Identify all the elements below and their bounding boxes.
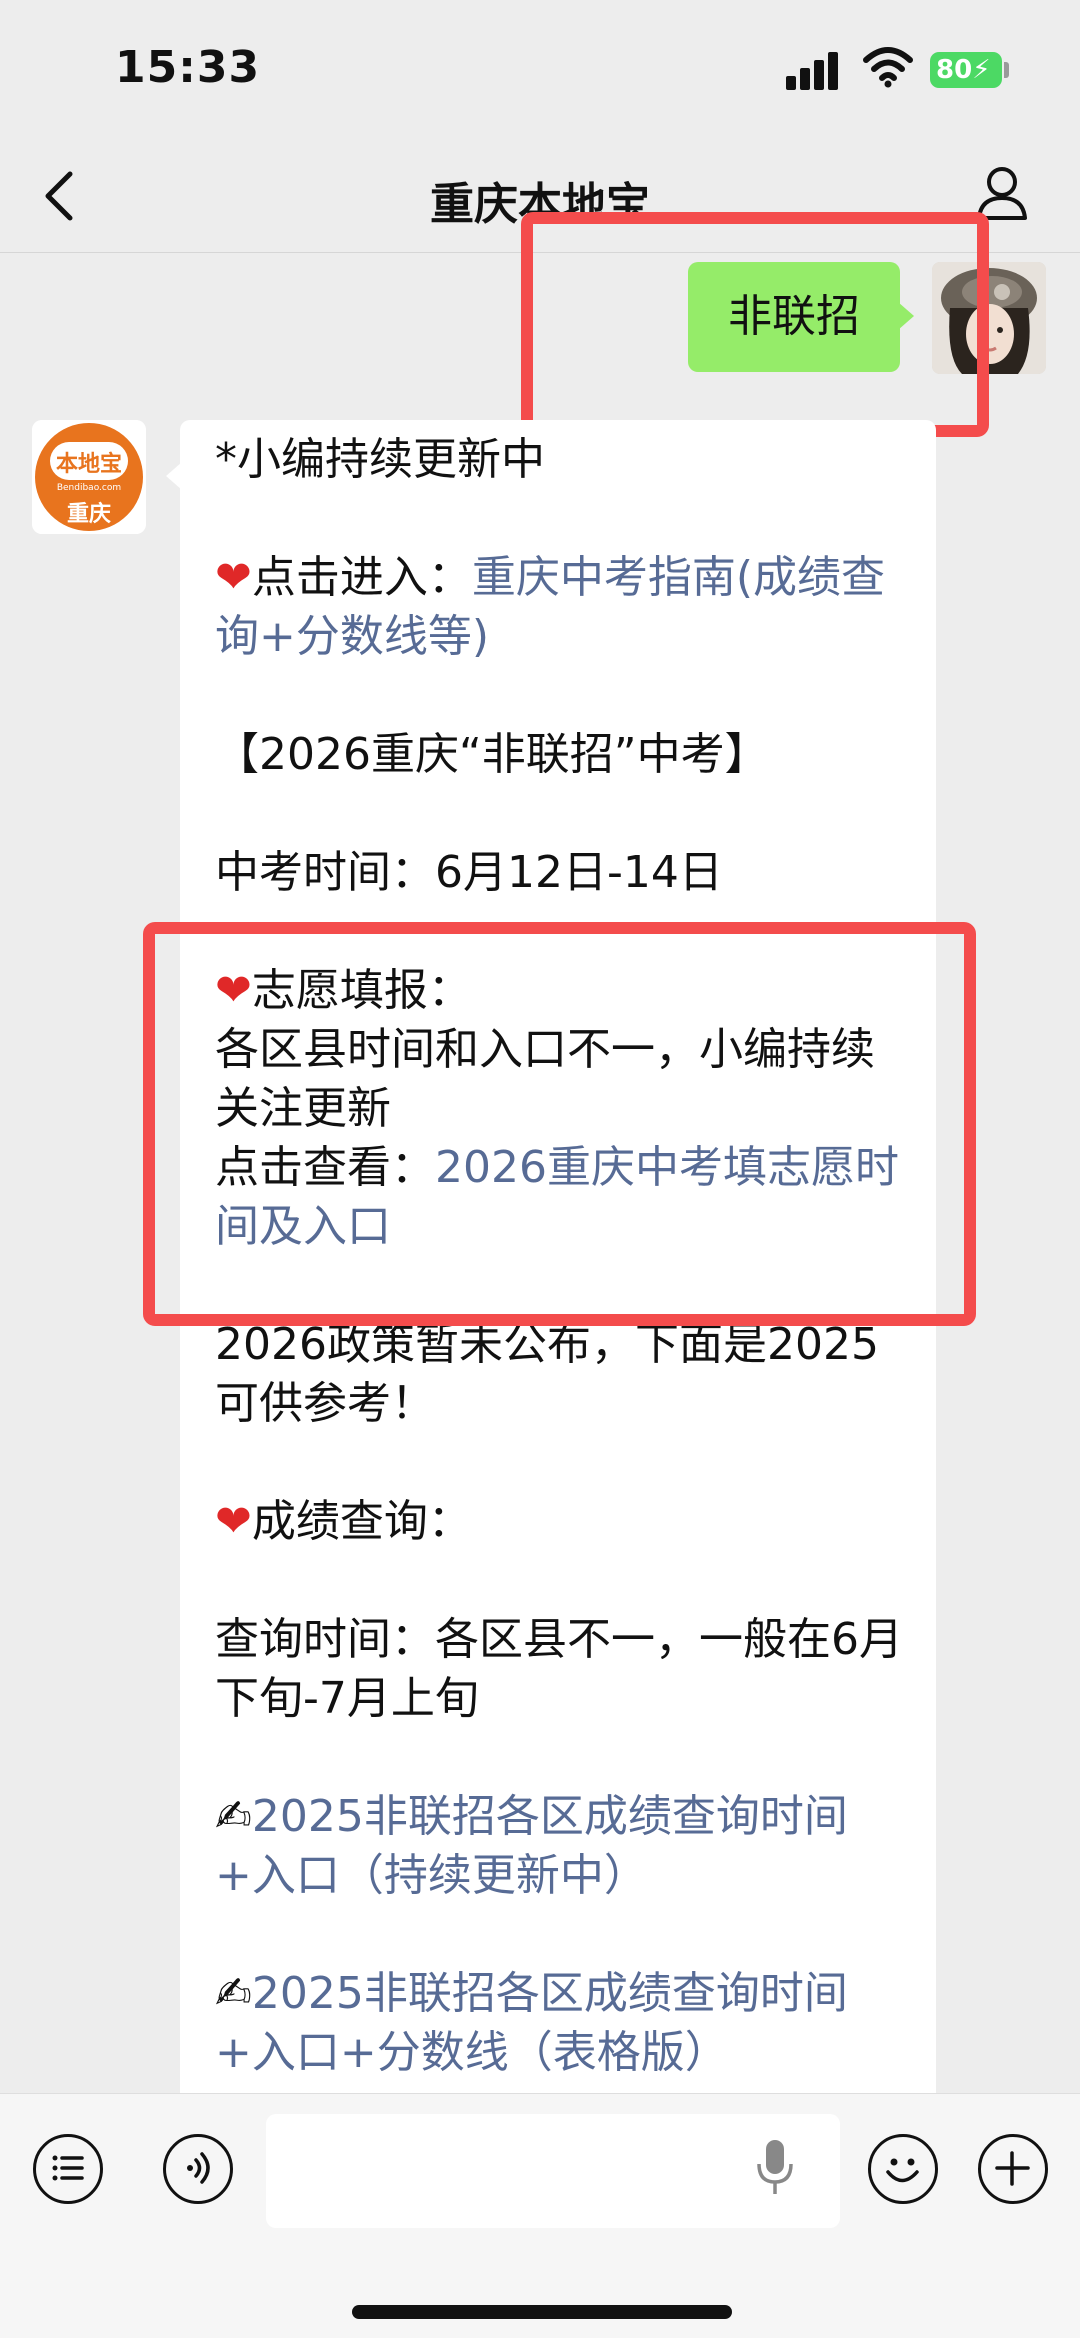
writing-hand-icon: ✍: [215, 1968, 252, 2019]
wifi-icon: [863, 47, 913, 88]
highlight-box-application: [143, 922, 976, 1326]
msg-line-policy-note: 2026政策暂未公布，下面是2025可供参考！: [215, 1319, 879, 1429]
add-icon[interactable]: [978, 2134, 1048, 2204]
battery-indicator: 80⚡: [930, 52, 1002, 88]
msg-line-score-title: ❤成绩查询：: [215, 1496, 472, 1547]
highlight-box-sent: [521, 212, 989, 437]
msg-line-score-link1: ✍2025非联招各区成绩查询时间+入口（持续更新中）: [215, 1787, 915, 1905]
voice-icon[interactable]: [163, 2134, 233, 2204]
msg-line-score-link2: ✍2025非联招各区成绩查询时间+入口+分数线（表格版）: [215, 1964, 915, 2082]
writing-hand-icon: ✍: [215, 1791, 252, 1842]
msg-line-exam-time: 中考时间：6月12日-14日: [215, 847, 723, 898]
battery-cap: [1004, 62, 1009, 78]
menu-list-icon[interactable]: [33, 2134, 103, 2204]
home-indicator[interactable]: [352, 2305, 732, 2319]
msg-line-exam-heading: 【2026重庆“非联招”中考】: [215, 729, 769, 780]
input-bar: [0, 2093, 1080, 2338]
bot-logo-line2: Bendibao.com: [56, 483, 122, 493]
status-bar: 15:33 80⚡: [0, 0, 1080, 140]
microphone-icon[interactable]: [755, 2136, 795, 2200]
bot-logo-line3: 重庆: [66, 502, 111, 527]
msg-line-guide: ❤点击进入：重庆中考指南(成绩查询+分数线等): [215, 552, 886, 662]
emoji-icon[interactable]: [868, 2134, 938, 2204]
msg-line-updating: *小编持续更新中: [215, 434, 545, 485]
status-time: 15:33: [115, 42, 261, 93]
signal-icon: [786, 50, 842, 90]
received-bubble-tail: [166, 462, 182, 490]
link-score-table[interactable]: 2025非联招各区成绩查询时间+入口+分数线（表格版）: [215, 1968, 848, 2078]
bot-avatar[interactable]: 本地宝 Bendibao.com 重庆: [32, 420, 146, 534]
message-input[interactable]: [266, 2114, 840, 2228]
heart-icon: ❤: [215, 1496, 252, 1547]
msg-line-score-time: 查询时间：各区县不一，一般在6月下旬-7月上旬: [215, 1614, 903, 1724]
heart-icon: ❤: [215, 552, 252, 603]
bot-logo-line1: 本地宝: [55, 452, 122, 477]
link-score-query[interactable]: 2025非联招各区成绩查询时间+入口（持续更新中）: [215, 1791, 848, 1901]
